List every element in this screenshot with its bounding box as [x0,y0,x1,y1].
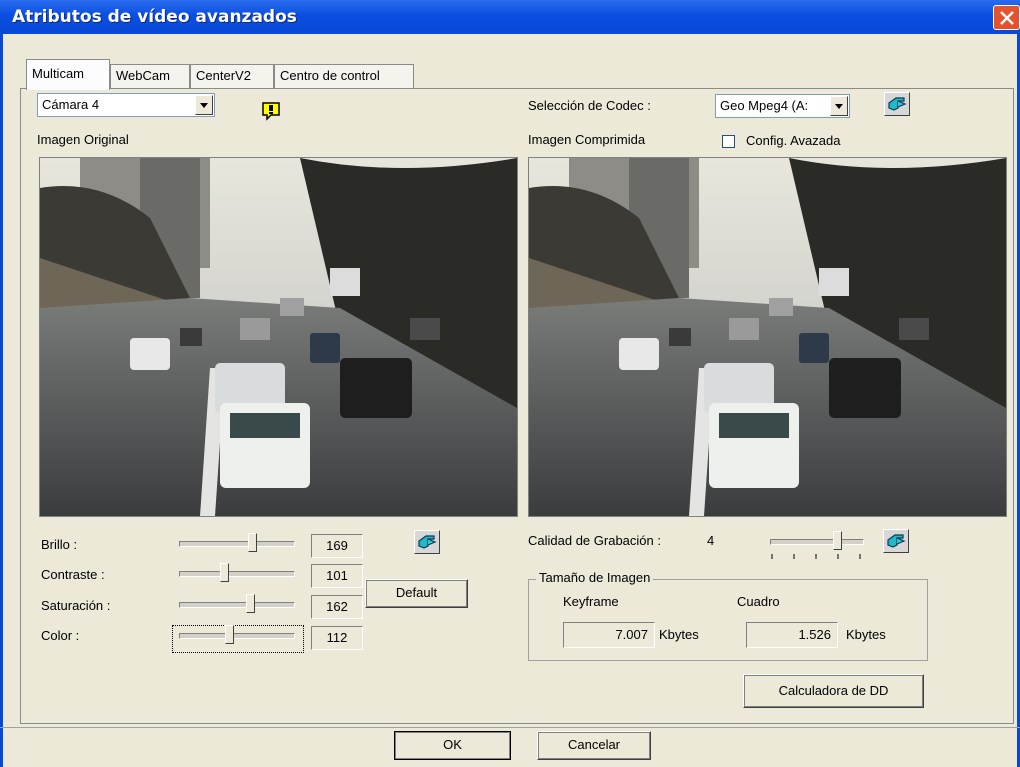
brightness-label: Brillo : [41,537,78,552]
saturation-value: 162 [311,595,363,619]
window-border-left [0,34,3,767]
original-image-label: Imagen Original [37,132,129,147]
contrast-slider[interactable] [219,563,229,582]
color-slider[interactable] [225,625,235,644]
tab-panel-multicam: Cámara 4 Selección de Codec : Geo Mpeg4 … [20,88,1014,724]
footer-divider [0,727,1020,728]
contrast-value: 101 [311,564,363,588]
advanced-config-label: Config. Avazada [746,133,841,148]
color-slider-focus [172,625,304,653]
compressed-image [528,157,1007,517]
chevron-down-icon[interactable] [830,96,848,116]
brightness-slider[interactable] [248,533,258,552]
keyframe-label: Keyframe [563,594,619,609]
brightness-slider-track[interactable] [179,541,295,547]
advanced-config-checkbox[interactable] [722,135,735,148]
frame-label: Cuadro [737,594,780,609]
tab-multicam[interactable]: Multicam [26,59,110,90]
codec-select[interactable]: Geo Mpeg4 (A: [715,94,850,118]
pointing-hand-icon [887,534,906,548]
compressed-image-label: Imagen Comprimida [528,132,646,147]
saturation-slider-track[interactable] [179,602,295,608]
frame-unit: Kbytes [846,627,886,642]
ok-button[interactable]: OK [394,731,511,760]
keyframe-value: 7.007 [563,622,655,648]
image-size-group [528,579,928,661]
tab-centro-de-control[interactable]: Centro de control [274,64,414,88]
street-traffic-image [40,158,517,516]
quality-slider-track[interactable] [770,539,864,545]
color-label: Color : [41,628,80,643]
codec-label: Selección de Codec : [528,98,651,113]
quality-label: Calidad de Grabación : [528,533,661,548]
title-bar: Atributos de vídeo avanzados [0,0,1020,34]
pointing-hand-icon [888,97,907,111]
quality-apply-button[interactable] [883,529,909,553]
contrast-label: Contraste : [41,567,105,582]
contrast-slider-track[interactable] [179,571,295,577]
color-value: 112 [311,626,363,650]
pointing-hand-icon [418,535,437,549]
quality-slider[interactable] [833,531,842,550]
original-image [39,157,518,517]
quality-value: 4 [707,533,715,548]
window-title: Atributos de vídeo avanzados [12,7,297,27]
cancel-button[interactable]: Cancelar [537,731,651,760]
color-slider-track[interactable] [179,633,295,639]
apply-adjustments-button[interactable] [414,530,440,554]
quality-ticks [771,554,861,559]
default-button[interactable]: Default [365,579,468,608]
street-traffic-image [529,158,1006,516]
camera-select[interactable]: Cámara 4 [37,93,215,117]
warning-icon[interactable] [261,101,281,121]
keyframe-unit: Kbytes [659,627,699,642]
close-button[interactable] [993,5,1020,30]
frame-value: 1.526 [746,622,838,648]
image-size-title: Tamaño de Imagen [536,570,654,585]
tab-centerv2[interactable]: CenterV2 [190,64,274,88]
tab-webcam[interactable]: WebCam [110,64,190,88]
codec-settings-button[interactable] [884,92,910,116]
close-icon [1000,11,1014,25]
chevron-down-icon[interactable] [195,95,213,115]
saturation-label: Saturación : [41,598,111,613]
saturation-slider[interactable] [246,594,256,613]
dd-calculator-button[interactable]: Calculadora de DD [743,674,924,708]
brightness-value: 169 [311,534,363,558]
